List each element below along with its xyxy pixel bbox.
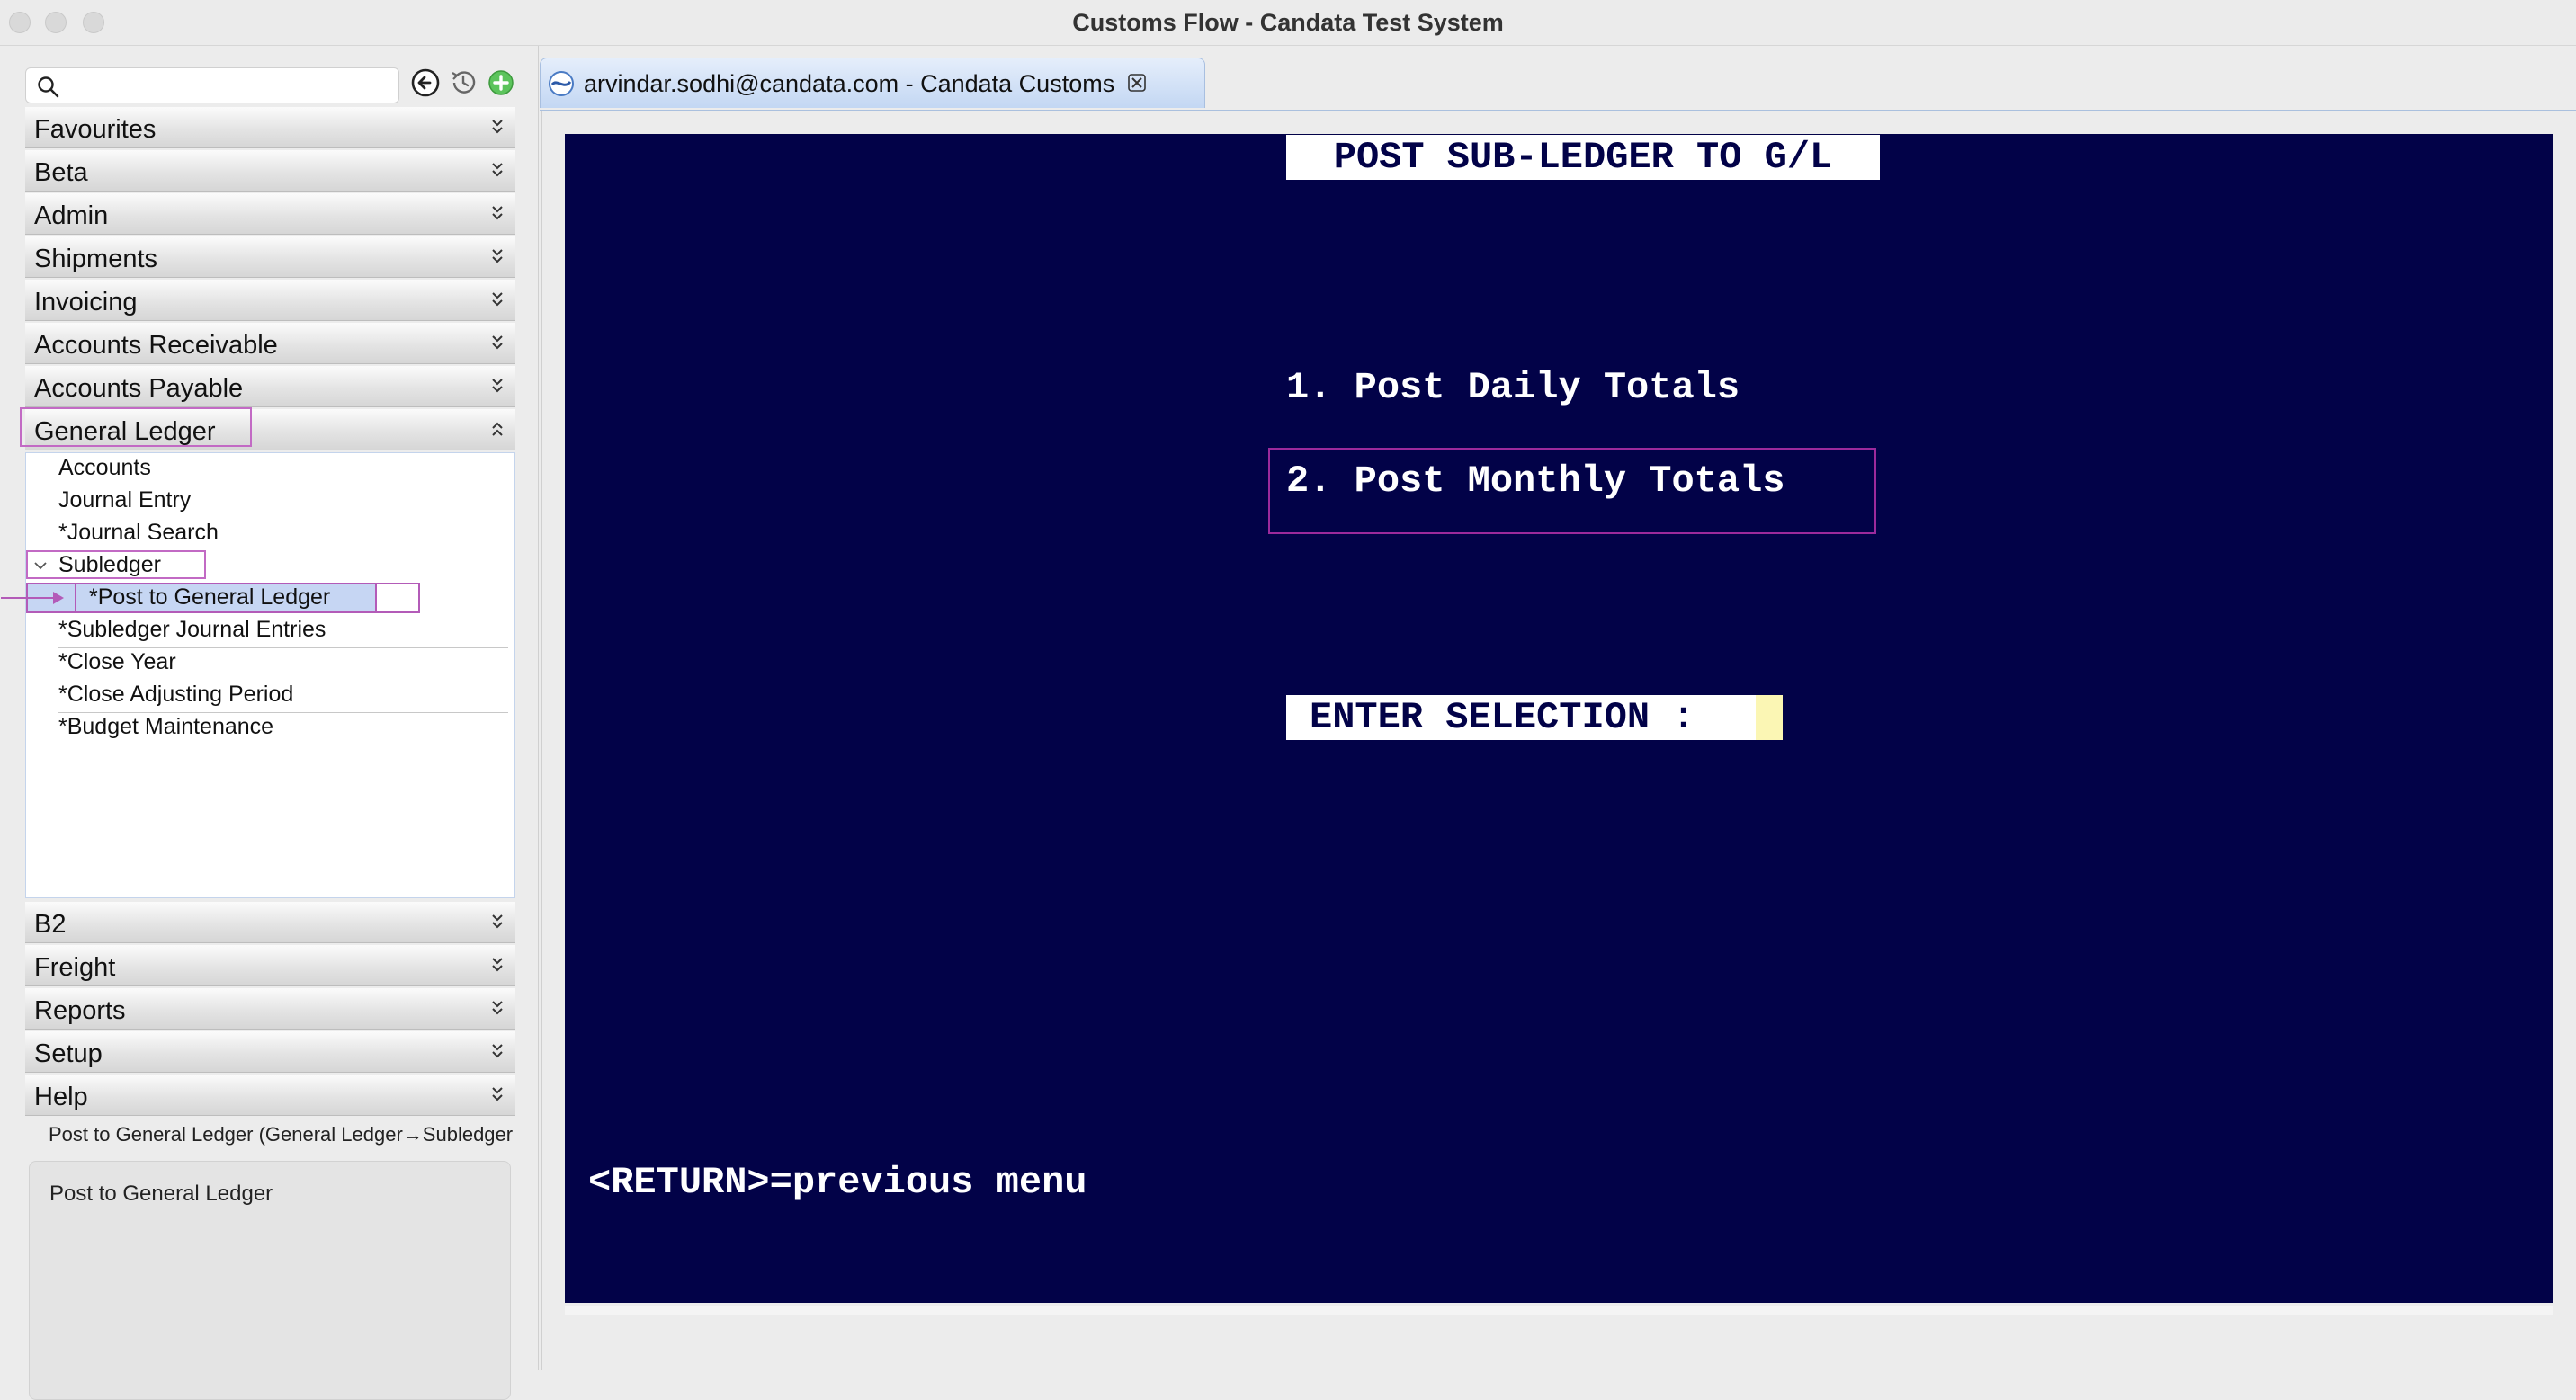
- tree-item-budget-maintenance[interactable]: *Budget Maintenance: [58, 714, 273, 740]
- return-hint: <RETURN>=previous menu: [588, 1161, 1087, 1204]
- screen-title: POST SUB-LEDGER TO G/L: [1286, 135, 1880, 180]
- option-post-monthly-totals[interactable]: 2. Post Monthly Totals: [1286, 459, 1785, 503]
- search-box[interactable]: [25, 67, 399, 103]
- tree-item-post-to-general-ledger[interactable]: *Post to General Ledger: [89, 584, 330, 611]
- general-ledger-tree: Accounts Journal Entry *Journal Search S…: [1, 452, 515, 898]
- section-general-ledger[interactable]: General Ledger: [20, 407, 515, 450]
- chevron-double-down-icon: [492, 120, 503, 134]
- arrow-right-icon: [1, 592, 64, 604]
- section-accounts-payable[interactable]: Accounts Payable: [25, 366, 515, 407]
- tab-bar: arvindar.sodhi@candata.com - Candata Cus…: [540, 56, 2576, 111]
- chevron-double-down-icon: [492, 1001, 503, 1015]
- section-favourites[interactable]: Favourites: [25, 107, 515, 148]
- section-shipments[interactable]: Shipments: [25, 236, 515, 278]
- tree-item-close-adjusting-period[interactable]: *Close Adjusting Period: [58, 682, 293, 708]
- selection-input[interactable]: [1756, 695, 1783, 740]
- tree-divider: [58, 712, 508, 713]
- tree-item-close-year[interactable]: *Close Year: [58, 649, 176, 675]
- section-admin[interactable]: Admin: [25, 193, 515, 235]
- back-icon[interactable]: [410, 67, 441, 98]
- tree-divider: [58, 647, 508, 648]
- close-icon[interactable]: [1127, 73, 1147, 93]
- tree-item-subledger[interactable]: Subledger: [58, 552, 161, 578]
- tab-label: arvindar.sodhi@candata.com - Candata Cus…: [584, 70, 1115, 97]
- section-beta[interactable]: Beta: [25, 150, 515, 192]
- section-b2[interactable]: B2: [25, 902, 515, 943]
- section-freight[interactable]: Freight: [25, 945, 515, 986]
- app-logo-icon: [549, 71, 574, 96]
- chevron-double-down-icon: [492, 163, 503, 177]
- section-invoicing[interactable]: Invoicing: [25, 280, 515, 321]
- history-icon[interactable]: [448, 67, 479, 98]
- search-icon: [38, 76, 59, 98]
- chevron-down-icon[interactable]: [33, 560, 48, 571]
- chevron-double-down-icon: [492, 292, 503, 307]
- selection-path: Post to General Ledger (General Ledger→S…: [49, 1123, 514, 1146]
- chevron-double-down-icon: [492, 249, 503, 263]
- search-input[interactable]: [71, 72, 389, 101]
- chevron-double-down-icon: [492, 914, 503, 929]
- chevron-double-down-icon: [492, 958, 503, 972]
- section-reports[interactable]: Reports: [25, 988, 515, 1030]
- description-text: Post to General Ledger: [49, 1182, 273, 1206]
- chevron-double-down-icon: [492, 206, 503, 220]
- navigation-panel: Favourites Beta Admin Shipments Invoicin…: [0, 46, 539, 1400]
- section-help[interactable]: Help: [25, 1075, 515, 1116]
- tree-item-journal-entry[interactable]: Journal Entry: [58, 487, 191, 513]
- section-setup[interactable]: Setup: [25, 1031, 515, 1073]
- tree-item-subledger-journal-entries[interactable]: *Subledger Journal Entries: [58, 617, 326, 643]
- description-panel: Post to General Ledger: [29, 1161, 511, 1400]
- option-post-daily-totals[interactable]: 1. Post Daily Totals: [1286, 366, 1740, 409]
- chevron-double-down-icon: [492, 335, 503, 350]
- add-icon[interactable]: [486, 67, 516, 98]
- chevron-double-up-icon: [492, 422, 503, 436]
- chevron-double-down-icon: [492, 379, 503, 393]
- terminal-screen[interactable]: POST SUB-LEDGER TO G/L 1. Post Daily Tot…: [565, 134, 2553, 1303]
- module-accordion: Favourites Beta Admin Shipments Invoicin…: [1, 107, 515, 1118]
- tree-item-accounts[interactable]: Accounts: [58, 455, 151, 481]
- tab-candata-customs[interactable]: arvindar.sodhi@candata.com - Candata Cus…: [540, 58, 1205, 108]
- terminal-status-strip: [565, 1306, 2553, 1315]
- window-title: Customs Flow - Candata Test System: [1072, 9, 1504, 36]
- tree-item-journal-search[interactable]: *Journal Search: [58, 520, 219, 546]
- selection-prompt: ENTER SELECTION :: [1286, 695, 1756, 740]
- chevron-double-down-icon: [492, 1087, 503, 1101]
- section-accounts-receivable[interactable]: Accounts Receivable: [25, 323, 515, 364]
- chevron-double-down-icon: [492, 1044, 503, 1058]
- window-titlebar: Customs Flow - Candata Test System: [0, 0, 2576, 46]
